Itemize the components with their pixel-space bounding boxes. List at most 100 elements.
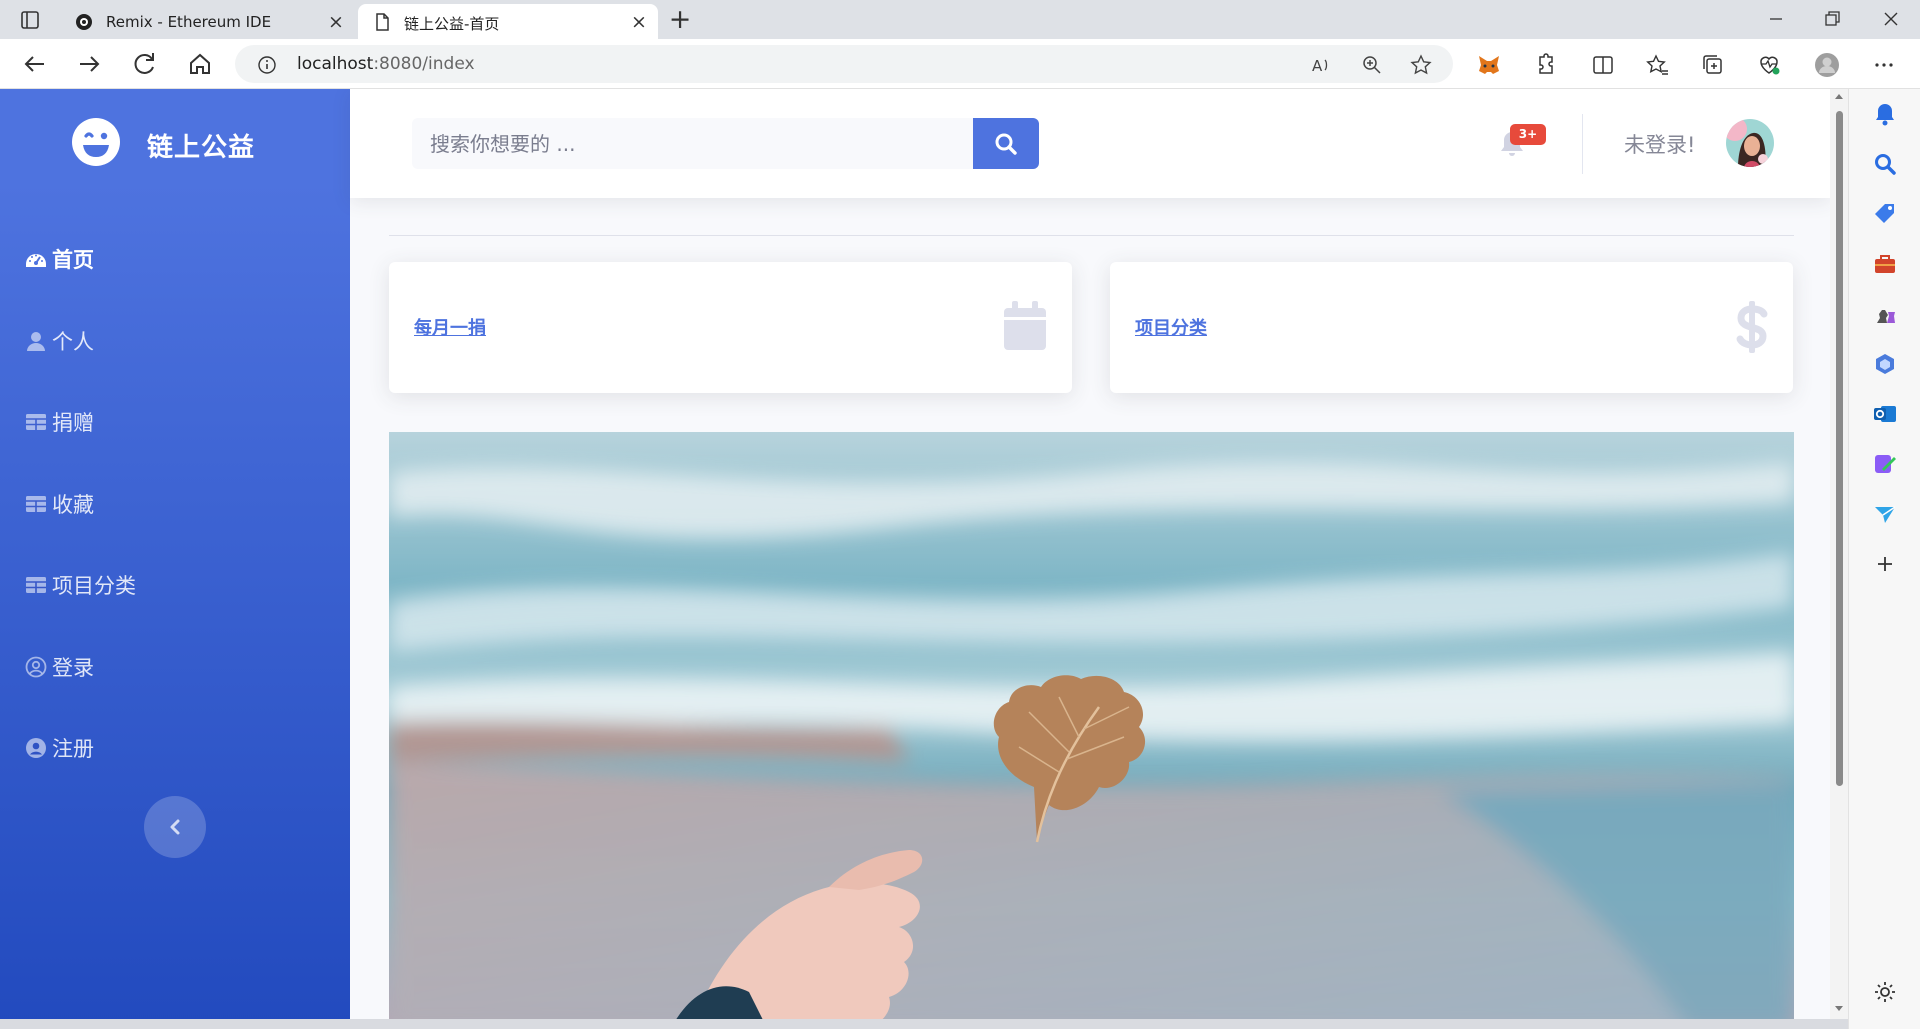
search-icon	[995, 133, 1017, 155]
card-monthly-donation: 每月一捐	[389, 262, 1072, 393]
favorite-star-icon[interactable]	[1410, 54, 1432, 76]
chevron-left-icon	[170, 819, 180, 835]
search-icon[interactable]	[1872, 151, 1898, 177]
minimize-button[interactable]	[1762, 7, 1790, 31]
outlook-icon[interactable]	[1872, 401, 1898, 427]
notification-bell-icon[interactable]	[1872, 101, 1898, 127]
alerts-badge: 3+	[1510, 124, 1546, 145]
new-tab-button[interactable]: +	[667, 6, 693, 34]
extensions-icon[interactable]	[1531, 52, 1557, 78]
close-icon	[1884, 12, 1898, 26]
send-icon[interactable]	[1872, 501, 1898, 527]
read-aloud-icon[interactable]: A	[1310, 54, 1332, 76]
table-icon	[26, 414, 46, 430]
browser-side-panel	[1848, 89, 1920, 1029]
sidebar: 链上公益 首页 个人 捐赠 收藏 项目分类 登录 注册	[0, 89, 350, 1029]
user-circle-icon	[26, 738, 46, 758]
sidebar-item-label: 登录	[52, 656, 94, 680]
profile-icon[interactable]	[1814, 52, 1840, 78]
dollar-icon	[1736, 301, 1768, 353]
search-input[interactable]	[412, 118, 977, 169]
close-icon[interactable]: ×	[630, 13, 648, 32]
collections-icon[interactable]	[1700, 52, 1726, 78]
home-icon[interactable]	[185, 49, 215, 79]
metamask-icon[interactable]	[1476, 52, 1502, 78]
beach-leaf-photo	[389, 432, 1794, 1029]
tab-actions-icon[interactable]	[16, 9, 44, 31]
tab-title: 链上公益-首页	[404, 15, 500, 33]
url-text[interactable]: localhost:8080/index	[297, 54, 475, 74]
address-bar[interactable]: localhost:8080/index A	[235, 45, 1453, 83]
hero-image	[389, 432, 1794, 1029]
sidebar-item-label: 首页	[52, 248, 94, 272]
sidebar-toggle-button[interactable]	[144, 796, 206, 858]
scroll-up-icon[interactable]	[1834, 92, 1844, 100]
performance-icon[interactable]	[1756, 52, 1782, 78]
user-circle-icon	[25, 656, 47, 678]
copilot-icon[interactable]	[1872, 351, 1898, 377]
tab-remix[interactable]: Remix - Ethereum IDE ×	[60, 4, 355, 39]
browser-toolbar: localhost:8080/index A	[0, 39, 1920, 89]
designer-icon[interactable]	[1872, 451, 1898, 477]
content-divider	[389, 235, 1794, 236]
table-icon	[26, 577, 46, 593]
laugh-wink-icon	[72, 118, 120, 166]
sidebar-item-register[interactable]: 注册	[24, 728, 94, 768]
minimize-icon	[1770, 18, 1782, 20]
sidebar-item-label: 捐赠	[52, 411, 94, 435]
page-viewport: 链上公益 首页 个人 捐赠 收藏 项目分类 登录 注册 搜索你想要的 ... 3…	[0, 89, 1830, 1029]
sidebar-item-donate[interactable]: 捐赠	[24, 402, 94, 442]
browser-tab-bar: Remix - Ethereum IDE × 链上公益-首页 × +	[0, 0, 1920, 39]
games-icon[interactable]	[1872, 301, 1898, 327]
split-screen-icon[interactable]	[1590, 52, 1616, 78]
sidebar-item-favorites[interactable]: 收藏	[24, 484, 94, 524]
avatar[interactable]	[1726, 119, 1774, 167]
table-icon	[26, 496, 46, 512]
sidebar-item-login[interactable]: 登录	[24, 647, 94, 687]
calendar-icon	[1004, 301, 1046, 350]
svg-text:A: A	[1312, 57, 1323, 75]
user-status[interactable]: 未登录!	[1624, 129, 1695, 159]
tab-title: Remix - Ethereum IDE	[106, 13, 272, 31]
sidebar-item-home[interactable]: 首页	[24, 239, 94, 279]
tools-briefcase-icon[interactable]	[1872, 251, 1898, 277]
sidebar-item-label: 注册	[52, 737, 94, 761]
monthly-donation-link[interactable]: 每月一捐	[414, 314, 486, 340]
tab-active[interactable]: 链上公益-首页 ×	[358, 4, 658, 39]
settings-gear-icon[interactable]	[1872, 979, 1898, 1005]
dashboard-icon	[26, 254, 46, 267]
close-icon[interactable]: ×	[327, 13, 345, 32]
sidebar-item-label: 收藏	[52, 493, 94, 517]
more-options-icon[interactable]	[1871, 52, 1897, 78]
close-window-button[interactable]	[1877, 7, 1905, 31]
refresh-icon[interactable]	[130, 49, 160, 79]
project-categories-link[interactable]: 项目分类	[1135, 314, 1207, 340]
topbar: 3+ 未登录!	[350, 89, 1830, 198]
search-button[interactable]	[973, 118, 1039, 169]
url-path: :8080/index	[373, 54, 475, 74]
favorites-icon[interactable]	[1645, 52, 1671, 78]
back-icon[interactable]	[20, 49, 50, 79]
sidebar-item-personal[interactable]: 个人	[24, 321, 94, 361]
zoom-icon[interactable]	[1361, 54, 1383, 76]
page-icon	[376, 13, 389, 31]
restore-button[interactable]	[1818, 7, 1846, 31]
topbar-divider	[1582, 114, 1583, 174]
card-project-categories: 项目分类	[1110, 262, 1793, 393]
scroll-down-icon[interactable]	[1834, 1005, 1844, 1013]
sidebar-item-label: 项目分类	[52, 574, 136, 598]
restore-icon	[1825, 11, 1840, 26]
remix-icon	[76, 14, 92, 30]
brand[interactable]: 链上公益	[70, 116, 320, 168]
sidebar-item-categories[interactable]: 项目分类	[24, 565, 136, 605]
brand-name: 链上公益	[147, 133, 256, 163]
url-host: localhost	[297, 54, 374, 74]
shopping-tag-icon[interactable]	[1872, 201, 1898, 227]
add-icon[interactable]	[1872, 551, 1898, 577]
page-scrollbar[interactable]	[1830, 89, 1848, 1019]
scrollbar-thumb[interactable]	[1836, 111, 1843, 786]
forward-icon[interactable]	[74, 49, 104, 79]
avatar-image	[1726, 119, 1774, 167]
search-form	[412, 118, 1038, 169]
site-info-icon[interactable]	[257, 55, 277, 75]
